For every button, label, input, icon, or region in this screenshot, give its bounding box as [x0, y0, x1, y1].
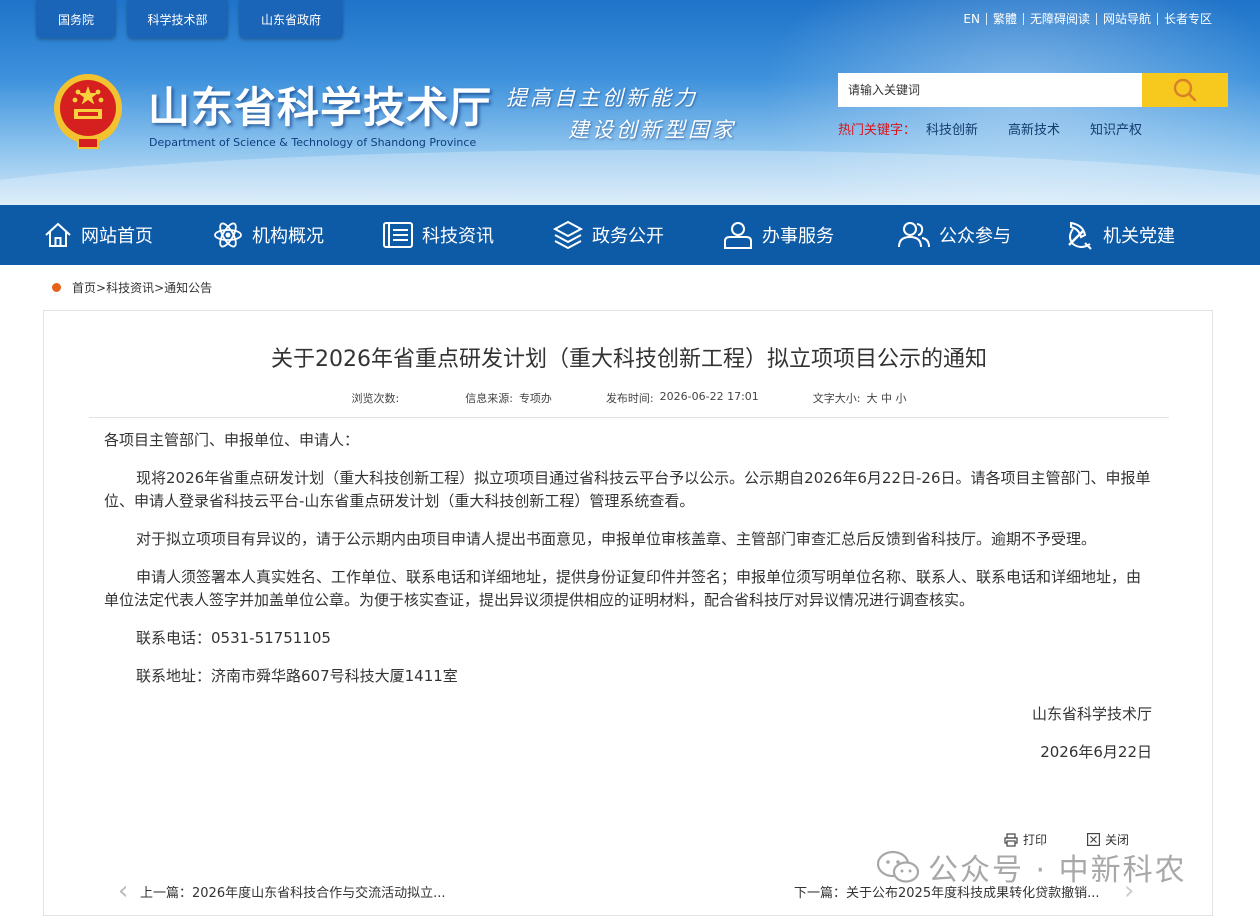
contact-phone: 联系电话：0531-51751105 — [136, 629, 331, 647]
nav-label: 政务公开 — [592, 226, 664, 247]
gov-link-most[interactable]: 科学技术部 — [127, 0, 228, 38]
gov-link-provincial-gov[interactable]: 山东省政府 — [239, 0, 343, 38]
prev-article-link[interactable]: 上一篇：2026年度山东省科技合作与交流活动拟立... — [140, 882, 445, 901]
breadcrumb-news[interactable]: 科技资讯 — [106, 279, 154, 296]
meta-source: 信息来源: 专项办 — [465, 390, 552, 406]
meta-date-value: 2026-06-22 17:01 — [659, 390, 759, 403]
breadcrumb-dot — [52, 283, 61, 292]
nav-item-participation[interactable]: 公众参与 — [897, 205, 1011, 265]
site-title: 山东省科学技术厅 — [148, 83, 493, 132]
people-icon — [898, 222, 930, 248]
party-emblem-icon — [1068, 221, 1092, 250]
person-service-icon — [724, 222, 752, 249]
nav-item-home[interactable]: 网站首页 — [43, 205, 153, 265]
breadcrumb: 首页 > 科技资讯 > 通知公告 — [52, 279, 212, 296]
paragraph: 现将2026年省重点研发计划（重大科技创新工程）拟立项项目通过省科技云平台予以公… — [104, 469, 1151, 510]
top-links: EN 繁體 无障碍阅读 网站导航 长者专区 — [957, 10, 1218, 27]
hot-keywords: 热门关键字： 科技创新 高新技术 知识产权 — [838, 119, 1172, 138]
contact-address: 联系地址：济南市舜华路607号科技大厦1411室 — [136, 667, 458, 685]
nav-item-party-building[interactable]: 机关党建 — [1063, 205, 1175, 265]
link-accessibility[interactable]: 无障碍阅读 — [1024, 10, 1096, 27]
breadcrumb-home[interactable]: 首页 — [72, 279, 96, 296]
meta-views-label: 浏览次数: — [351, 392, 400, 405]
paragraph: 申请人须签署本人真实姓名、工作单位、联系电话和详细地址，提供身份证复印件并签名；… — [104, 568, 1142, 609]
gov-links: 国务院 科学技术部 山东省政府 — [36, 0, 343, 38]
link-traditional-chinese[interactable]: 繁體 — [987, 10, 1023, 27]
nav-label: 办事服务 — [762, 226, 834, 247]
meta-date-label: 发布时间: — [605, 392, 654, 405]
watermark-text: 公众号 · 中新科农 — [928, 853, 1187, 888]
sign-date: 2026年6月22日 — [1040, 743, 1152, 761]
meta-source-label: 信息来源: — [465, 392, 513, 405]
nav-item-about[interactable]: 机构概况 — [212, 205, 324, 265]
chevron-left-icon[interactable]: ‹ — [118, 876, 128, 906]
slogan-line-1: 提高自主创新能力 — [506, 86, 698, 110]
nav-label: 机构概况 — [252, 226, 324, 247]
article-panel: 关于2026年省重点研发计划（重大科技创新工程）拟立项项目公示的通知 浏览次数:… — [43, 310, 1213, 916]
signature: 山东省科学技术厅 — [1031, 705, 1152, 723]
gov-link-state-council[interactable]: 国务院 — [36, 0, 116, 38]
link-english[interactable]: EN — [957, 12, 986, 26]
title-divider — [89, 417, 1169, 418]
link-elderly-zone[interactable]: 长者专区 — [1158, 10, 1218, 27]
article-title: 关于2026年省重点研发计划（重大科技创新工程）拟立项项目公示的通知 — [271, 347, 987, 372]
search-icon — [1173, 78, 1197, 102]
meta-source-value: 专项办 — [518, 392, 552, 405]
nav-item-services[interactable]: 办事服务 — [722, 205, 834, 265]
main-nav: 网站首页 机构概况 科技资讯 政务公开 办事服务 公众参与 机关党建 — [0, 205, 1260, 265]
hot-keyword-high-tech[interactable]: 高新技术 — [1008, 119, 1060, 138]
paragraph: 对于拟立项项目有异议的，请于公示期内由项目申请人提出书面意见，申报单位审核盖章、… — [136, 530, 1097, 548]
site-header: 国务院 科学技术部 山东省政府 EN 繁體 无障碍阅读 网站导航 长者专区 山东… — [0, 0, 1260, 205]
hot-keywords-label: 热门关键字： — [838, 123, 917, 138]
article-body: 各项目主管部门、申报单位、申请人： 现将2026年省重点研发计划（重大科技创新工… — [104, 429, 1154, 779]
search-input[interactable] — [838, 73, 1142, 107]
meta-font-size: 文字大小: 大 中 小 — [813, 390, 907, 406]
hot-keyword-tech-innovation[interactable]: 科技创新 — [926, 119, 978, 138]
article-meta: 浏览次数: 信息来源: 专项办 发布时间: 2026-06-22 17:01 文… — [44, 390, 1214, 406]
nav-label: 公众参与 — [939, 226, 1011, 247]
layers-icon — [552, 220, 584, 250]
breadcrumb-separator: > — [96, 280, 107, 295]
slogan-line-2: 建设创新型国家 — [568, 118, 736, 142]
nav-label: 网站首页 — [81, 226, 153, 247]
font-size-switcher[interactable]: 大 中 小 — [867, 390, 907, 406]
site-subtitle-en: Department of Science & Technology of Sh… — [149, 136, 477, 149]
wechat-icon — [876, 850, 920, 883]
breadcrumb-separator: > — [154, 280, 165, 295]
nav-item-gov-affairs[interactable]: 政务公开 — [552, 205, 664, 265]
nav-label: 机关党建 — [1103, 226, 1175, 247]
nav-item-news[interactable]: 科技资讯 — [382, 205, 494, 265]
wechat-watermark: 公众号 · 中新科农 — [876, 845, 1187, 889]
hot-keyword-ip[interactable]: 知识产权 — [1090, 119, 1142, 138]
nav-label: 科技资讯 — [422, 226, 494, 247]
national-emblem-icon — [54, 74, 122, 149]
home-icon — [45, 222, 71, 247]
breadcrumb-notices[interactable]: 通知公告 — [164, 279, 212, 296]
search-box — [838, 73, 1228, 107]
meta-views: 浏览次数: — [352, 390, 406, 406]
meta-date: 发布时间: 2026-06-22 17:01 — [606, 390, 759, 406]
news-list-icon — [383, 222, 413, 248]
link-site-map[interactable]: 网站导航 — [1097, 10, 1157, 27]
atom-icon — [214, 222, 242, 248]
meta-font-size-label: 文字大小: — [812, 392, 861, 405]
salutation: 各项目主管部门、申报单位、申请人： — [104, 431, 360, 449]
search-button[interactable] — [1142, 73, 1228, 107]
